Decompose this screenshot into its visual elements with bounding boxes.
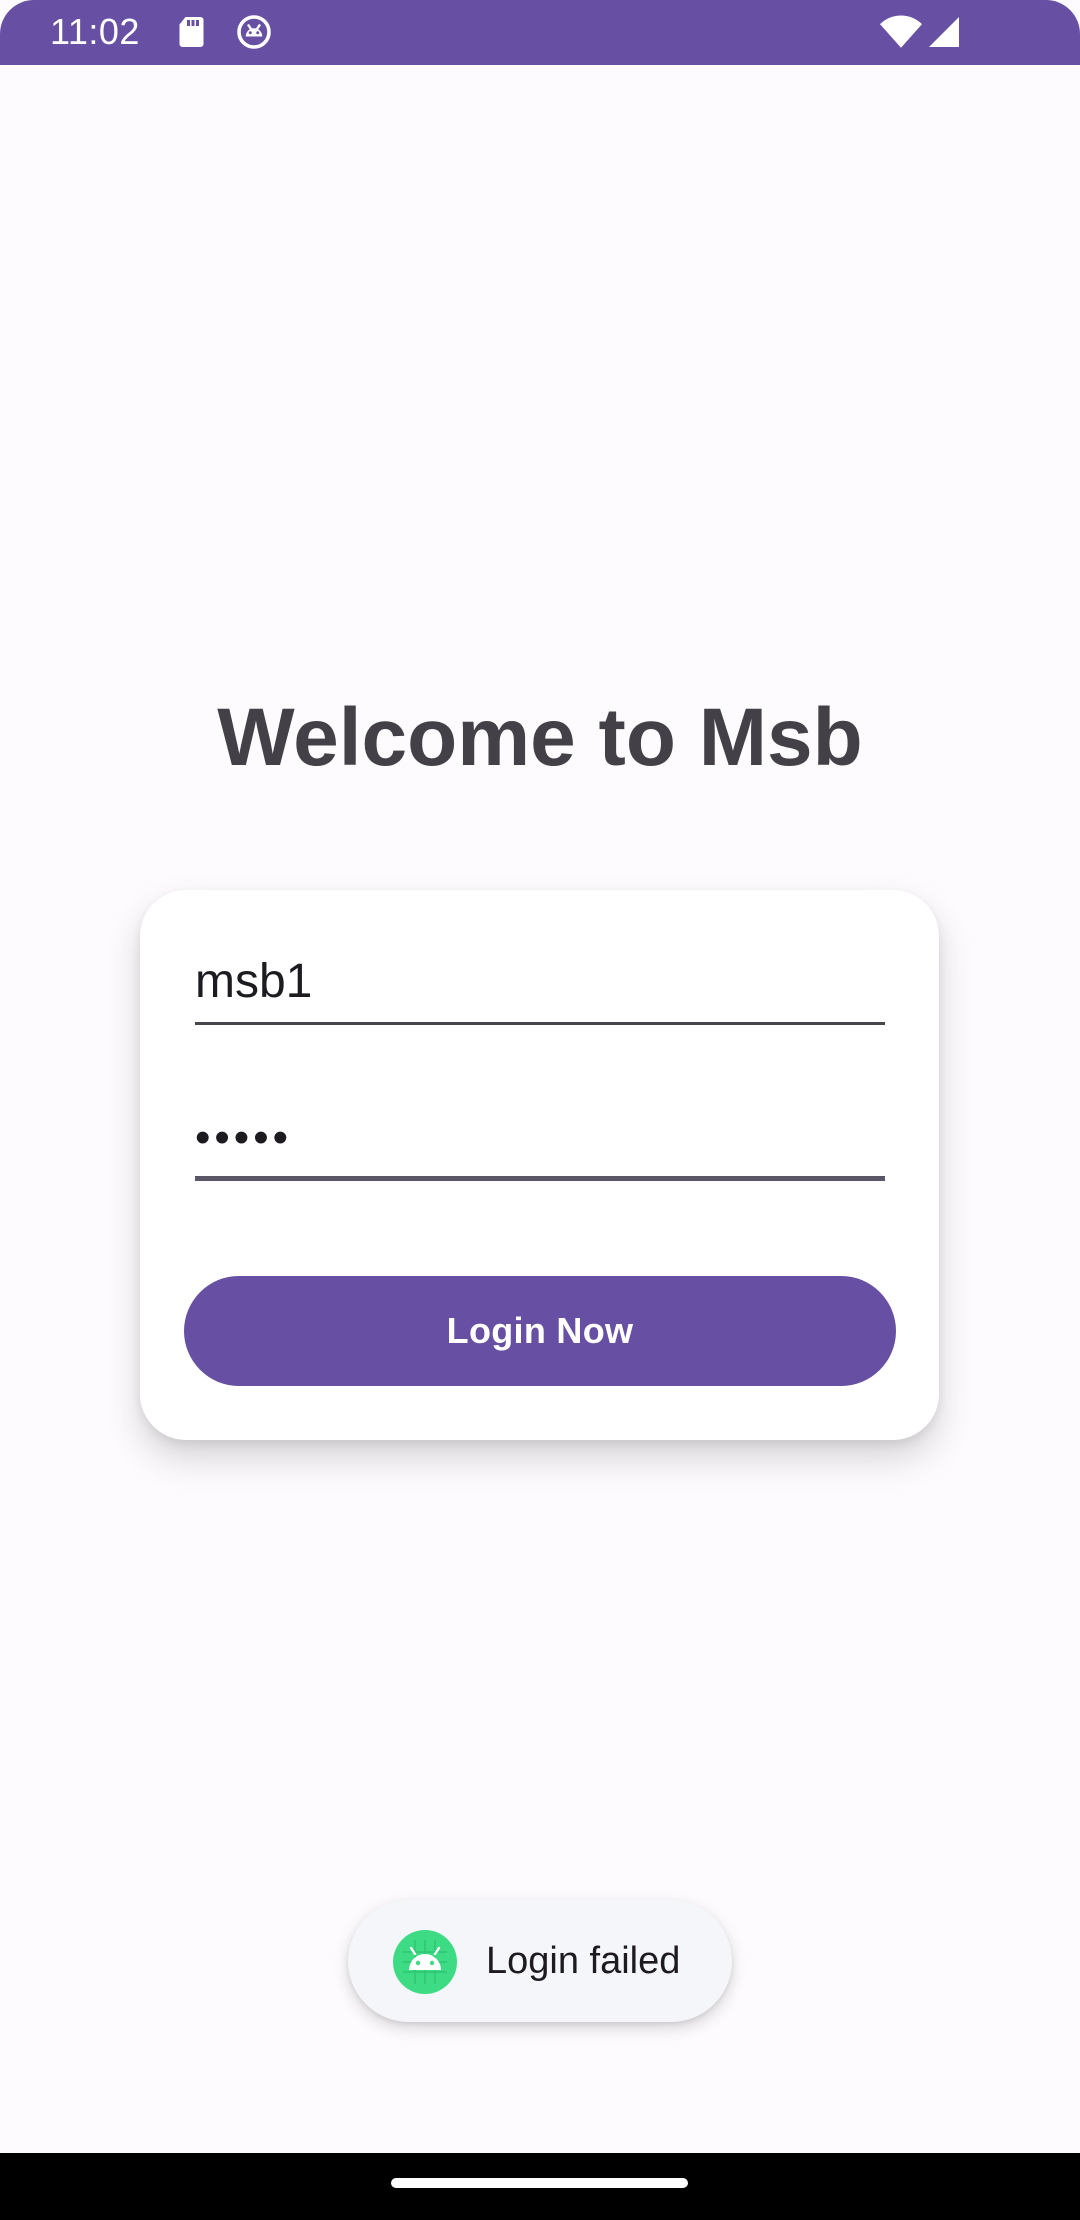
wifi-icon <box>880 14 922 50</box>
toast-text: Login failed <box>486 1940 681 1982</box>
sd-card-icon <box>175 14 211 50</box>
password-field[interactable]: ••••• <box>195 1108 885 1181</box>
navigation-bar <box>0 2153 1080 2220</box>
status-bar: 11:02 <box>0 0 1080 65</box>
android-debug-icon <box>236 14 272 50</box>
password-underline <box>195 1176 885 1181</box>
status-time: 11:02 <box>50 11 140 52</box>
username-value[interactable]: msb1 <box>195 952 885 1012</box>
password-value[interactable]: ••••• <box>195 1108 885 1168</box>
login-card: msb1 ••••• Login Now <box>140 890 939 1440</box>
login-button[interactable]: Login Now <box>184 1276 896 1386</box>
home-handle[interactable] <box>391 2178 688 2188</box>
cell-signal-icon <box>926 14 962 50</box>
username-underline <box>195 1022 885 1025</box>
login-screen: 11:02 Welcome to Msb msb1 ••••• Login No… <box>0 0 1080 2220</box>
android-icon <box>393 1930 457 1994</box>
toast-message: Login failed <box>348 1900 732 2022</box>
username-field[interactable]: msb1 <box>195 952 885 1025</box>
page-title: Welcome to Msb <box>217 692 863 783</box>
